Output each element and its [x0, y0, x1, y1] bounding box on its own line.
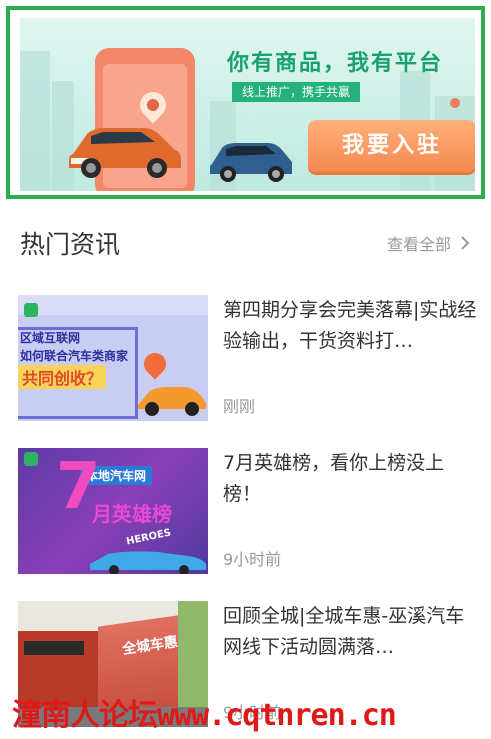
sports-car-image	[138, 387, 206, 416]
news-title: 回顾全城|全城车惠-巫溪汽车网线下活动圆满落…	[223, 605, 465, 658]
view-all-label: 查看全部	[386, 235, 451, 254]
news-time: 刚刚	[223, 397, 256, 416]
news-item[interactable]: 区域互联网 如何联合汽车类商家 共同创收？ 第四期分享会完美落幕|实战经验输出，…	[0, 295, 491, 423]
news-thumbnail: 区域互联网 如何联合汽车类商家 共同创收？	[18, 295, 208, 421]
news-thumbnail: 本地汽车网 7 月英雄榜 HEROES	[18, 448, 208, 574]
news-title: 7月英雄榜，看你上榜没上榜！	[223, 452, 445, 505]
news-item[interactable]: 本地汽车网 7 月英雄榜 HEROES 7月英雄榜，看你上榜没上榜！ 9小时前	[0, 448, 491, 576]
thumb-line-3: 月英雄榜	[92, 502, 172, 526]
hot-news-header: 热门资讯 查看全部	[0, 215, 491, 275]
thumb-line-1: 区域互联网	[20, 331, 81, 345]
join-button[interactable]: 我要入驻	[308, 120, 475, 172]
banner-frame[interactable]: 你有商品，我有平台 线上推广，携手共赢 我要入驻	[6, 6, 485, 199]
thumb-line-2: 如何联合汽车类商家	[20, 349, 129, 363]
thumb-line-3: 共同创收？	[18, 365, 107, 389]
section-title: 热门资讯	[20, 230, 121, 259]
convertible-car-image	[90, 551, 206, 574]
promo-banner[interactable]: 你有商品，我有平台 线上推广，携手共赢 我要入驻	[20, 18, 475, 191]
chevron-right-icon	[461, 236, 470, 250]
news-title: 第四期分享会完美落幕|实战经验输出，干货资料打…	[223, 299, 477, 352]
brand-logo-icon	[24, 452, 38, 466]
news-time: 9小时前	[223, 550, 282, 569]
brand-logo-icon	[24, 303, 38, 317]
blue-suv-image	[210, 143, 292, 182]
orange-suv-image	[69, 128, 181, 178]
banner-slogan: 你有商品，我有平台	[227, 51, 444, 76]
banner-subslogan: 线上推广，携手共赢	[232, 82, 361, 102]
forum-watermark: 潼南人论坛www.cqtnren.cn	[12, 698, 397, 733]
decoration-dot	[450, 98, 460, 108]
building-decoration	[20, 51, 50, 191]
view-all-link[interactable]: 查看全部	[387, 231, 473, 255]
